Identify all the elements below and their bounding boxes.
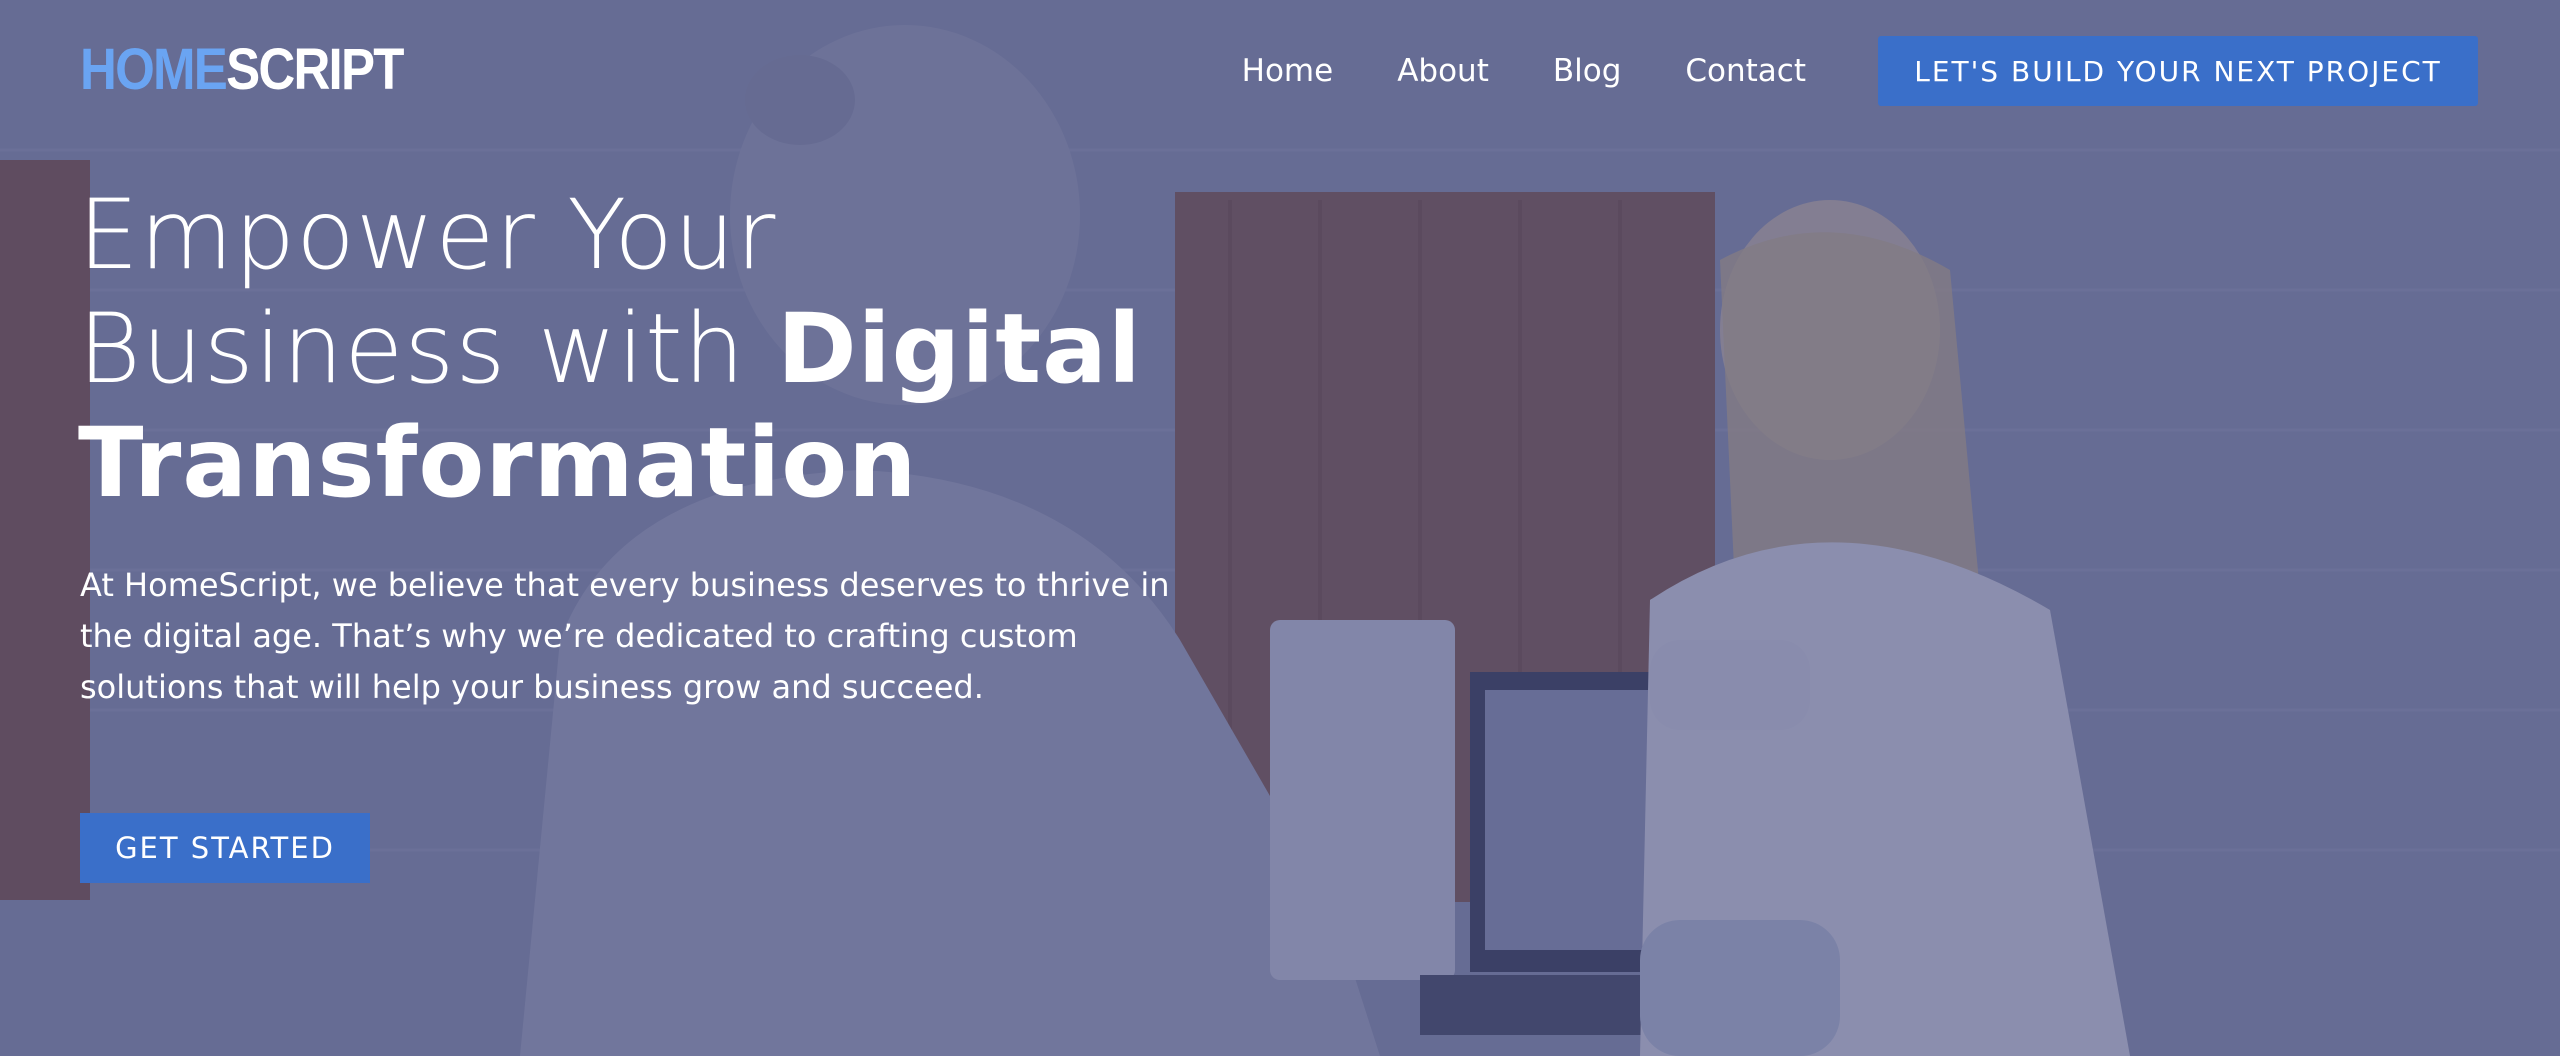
hero-section: HOMESCRIPT Home About Blog Contact LET'S… <box>0 0 2560 1056</box>
logo-home-part: HOME <box>80 37 228 102</box>
headline-line-1: Empower Your <box>78 179 777 291</box>
get-started-button[interactable]: GET STARTED <box>80 813 370 883</box>
hero-overlay <box>0 0 2560 1056</box>
headline-line-3-bold: Transformation <box>78 407 918 519</box>
headline-line-2-bold: Digital <box>777 293 1142 405</box>
hero-description: At HomeScript, we believe that every bus… <box>80 566 1170 706</box>
nav-link-home[interactable]: Home <box>1242 36 1334 106</box>
hero-headline: Empower Your Business with Digital Trans… <box>78 178 1142 520</box>
headline-line-2-light: Business with <box>78 293 778 405</box>
headline-line-2: Business with Digital <box>78 292 1142 406</box>
nav-link-about[interactable]: About <box>1397 36 1489 106</box>
main-nav: Home About Blog Contact LET'S BUILD YOUR… <box>1242 36 2478 106</box>
headline-line-3: Transformation <box>78 406 1142 520</box>
nav-link-contact[interactable]: Contact <box>1685 36 1806 106</box>
build-project-button[interactable]: LET'S BUILD YOUR NEXT PROJECT <box>1878 36 2478 106</box>
site-logo[interactable]: HOMESCRIPT <box>80 37 404 102</box>
logo-script-part: SCRIPT <box>226 37 404 102</box>
nav-link-blog[interactable]: Blog <box>1553 36 1622 106</box>
